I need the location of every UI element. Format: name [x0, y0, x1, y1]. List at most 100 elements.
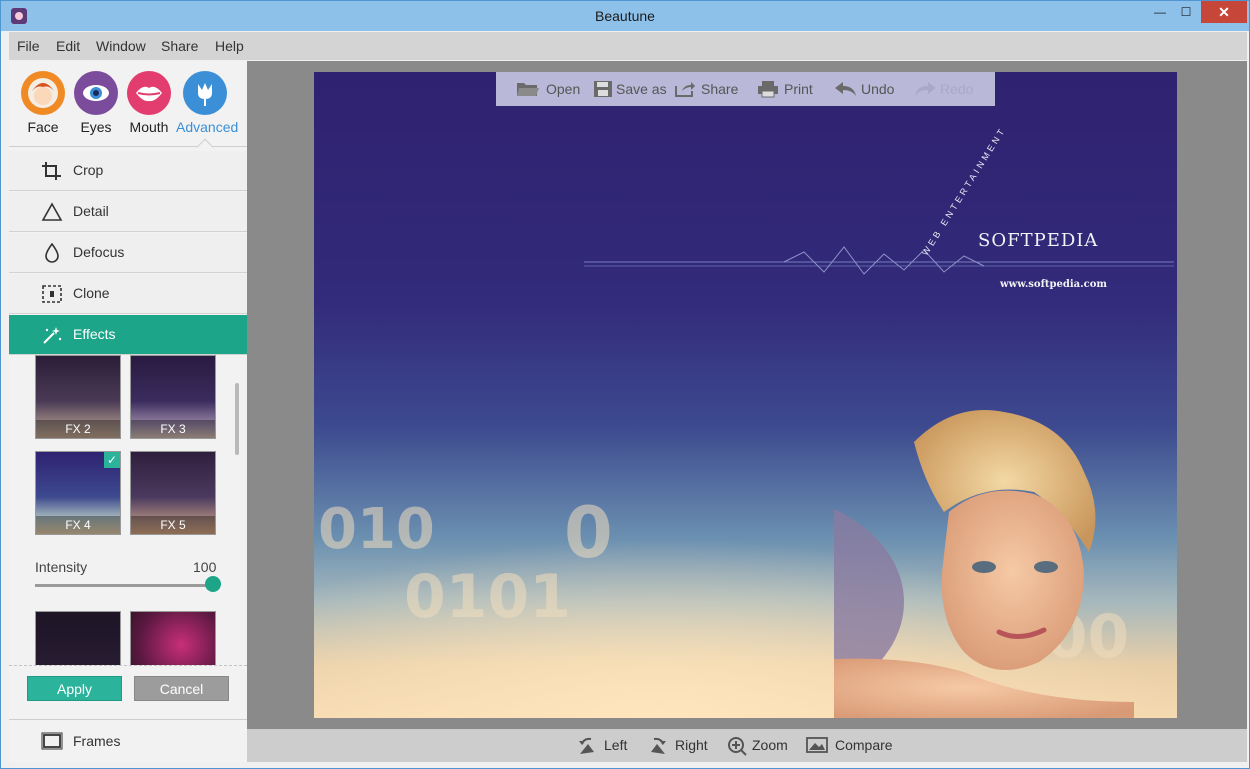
intensity-slider-track[interactable]	[35, 584, 213, 587]
window-title: Beautune	[595, 8, 655, 24]
zoom-icon	[728, 737, 747, 756]
save-as-label: Save as	[616, 81, 667, 97]
compare-button[interactable]: Compare	[806, 729, 896, 762]
effects-scrollbar[interactable]	[235, 383, 239, 455]
tool-detail[interactable]: Detail	[9, 192, 247, 232]
binary-decoration: 010	[318, 497, 435, 562]
droplet-icon	[45, 243, 59, 263]
url-text: www.softpedia.com	[1000, 279, 1107, 290]
effect-label: FX 3	[131, 420, 215, 438]
intensity-label: Intensity	[35, 559, 88, 575]
canvas-area: WEB ENTERTAINMENT SOFTPEDIA www.softpedi…	[247, 61, 1247, 729]
minimize-button[interactable]: —	[1147, 1, 1173, 23]
category-face[interactable]: Face	[17, 71, 69, 135]
tool-effects-label: Effects	[73, 326, 116, 342]
menu-help[interactable]: Help	[215, 38, 244, 54]
effect-label: FX 2	[36, 420, 120, 438]
tool-crop-label: Crop	[73, 162, 104, 178]
share-label: Share	[701, 81, 739, 97]
effect-thumbnail[interactable]: FX 2	[35, 355, 121, 439]
photo-toolbar: Open Save as Share Print Undo Redo	[496, 72, 995, 106]
zoom-button[interactable]: Zoom	[727, 729, 789, 762]
tool-defocus-label: Defocus	[73, 244, 125, 260]
tool-defocus[interactable]: Defocus	[9, 233, 247, 273]
menu-window[interactable]: Window	[96, 38, 146, 54]
tool-detail-label: Detail	[73, 203, 109, 219]
category-eyes[interactable]: Eyes	[70, 71, 122, 135]
folder-icon	[517, 83, 539, 96]
binary-decoration: 0101	[404, 562, 571, 632]
magic-wand-icon	[43, 327, 62, 344]
category-mouth-label: Mouth	[129, 119, 169, 135]
category-advanced-label: Advanced	[176, 119, 239, 135]
printer-icon	[758, 81, 778, 98]
redo-icon	[915, 82, 936, 96]
category-eyes-label: Eyes	[80, 119, 112, 135]
effect-thumbnail[interactable]: FX 3	[130, 355, 216, 439]
redo-label: Redo	[940, 81, 974, 97]
tool-crop[interactable]: Crop	[9, 151, 247, 191]
frame-icon	[41, 732, 63, 750]
app-window: Beautune — ☐ ✕ File Edit Window Share He…	[0, 0, 1250, 769]
triangle-icon	[41, 202, 63, 221]
intensity-value: 100	[193, 559, 217, 575]
title-bar: Beautune — ☐ ✕	[1, 1, 1249, 31]
redo-button[interactable]: Redo	[913, 72, 977, 106]
print-label: Print	[784, 81, 813, 97]
effects-list: FX 2 FX 3 ✓ FX 4 FX 5 Intensity 100	[9, 355, 247, 665]
compare-icon	[806, 737, 828, 753]
compare-label: Compare	[835, 737, 893, 753]
cancel-button[interactable]: Cancel	[134, 676, 229, 701]
mouth-icon	[127, 71, 171, 115]
rotate-right-label: Right	[675, 737, 708, 753]
intensity-slider-fill	[35, 584, 213, 587]
rotate-right-button[interactable]: Right	[647, 729, 711, 762]
intensity-slider-knob[interactable]	[205, 576, 221, 592]
tool-clone[interactable]: Clone	[9, 274, 247, 314]
open-label: Open	[546, 81, 581, 97]
category-mouth[interactable]: Mouth	[123, 71, 175, 135]
tool-effects[interactable]: Effects	[9, 315, 247, 355]
category-advanced[interactable]: Advanced	[176, 71, 239, 135]
flower-icon	[183, 71, 227, 115]
effect-thumbnail[interactable]: ✓ FX 4	[35, 451, 121, 535]
undo-label: Undo	[861, 81, 895, 97]
rotate-left-icon	[579, 737, 594, 754]
crop-icon	[42, 162, 61, 180]
menu-edit[interactable]: Edit	[56, 38, 80, 54]
eye-icon	[74, 71, 118, 115]
binary-decoration: 0	[564, 492, 613, 574]
print-button[interactable]: Print	[757, 72, 819, 106]
open-button[interactable]: Open	[516, 72, 586, 106]
zoom-label: Zoom	[752, 737, 788, 753]
tool-clone-label: Clone	[73, 285, 110, 301]
effect-thumbnail[interactable]	[130, 611, 216, 665]
effect-label: FX 4	[36, 516, 120, 534]
photo-canvas[interactable]: WEB ENTERTAINMENT SOFTPEDIA www.softpedi…	[314, 72, 1177, 718]
tools-panel: Face Eyes Mouth Advanced Crop Detail Def…	[9, 61, 247, 762]
effect-thumbnail[interactable]	[35, 611, 121, 665]
effect-thumbnail[interactable]: FX 5	[130, 451, 216, 535]
brand-text: SOFTPEDIA	[978, 230, 1099, 251]
effect-label: FX 5	[131, 516, 215, 534]
share-button[interactable]: Share	[674, 72, 744, 106]
rotate-left-button[interactable]: Left	[576, 729, 632, 762]
undo-button[interactable]: Undo	[834, 72, 900, 106]
maximize-button[interactable]: ☐	[1173, 1, 1199, 23]
menu-share[interactable]: Share	[161, 38, 198, 54]
close-button[interactable]: ✕	[1201, 1, 1247, 23]
effects-separator	[9, 665, 247, 666]
face-icon	[21, 71, 65, 115]
clone-icon	[42, 285, 62, 303]
tool-frames[interactable]: Frames	[9, 720, 247, 762]
tool-frames-label: Frames	[73, 733, 121, 749]
rotate-left-label: Left	[604, 737, 628, 753]
menu-file[interactable]: File	[17, 38, 40, 54]
save-as-button[interactable]: Save as	[593, 72, 667, 106]
apply-button[interactable]: Apply	[27, 676, 122, 701]
portrait-image	[834, 410, 1134, 718]
undo-icon	[835, 82, 856, 96]
bottom-toolbar: Left Right Zoom Compare	[247, 729, 1247, 762]
share-icon	[675, 82, 695, 97]
save-icon	[594, 81, 612, 97]
